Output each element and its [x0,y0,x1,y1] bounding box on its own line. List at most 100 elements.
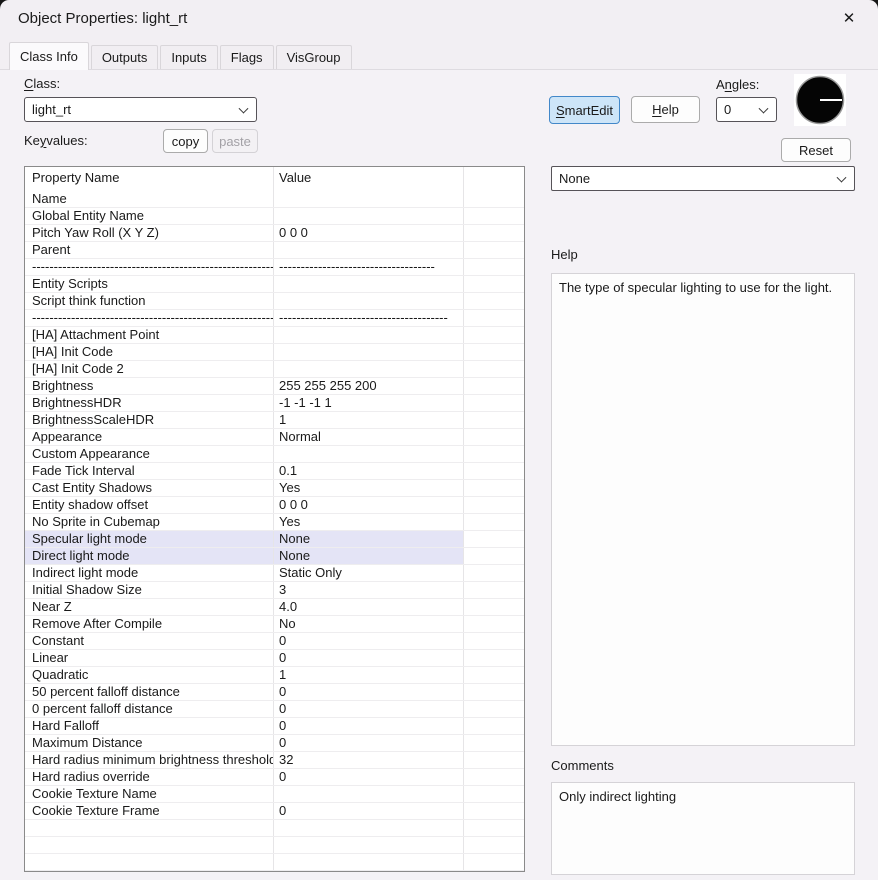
tab-flags[interactable]: Flags [220,45,274,69]
extra-cell [464,684,523,700]
tab-class-info[interactable]: Class Info [9,42,89,70]
angles-dropdown-value: 0 [724,102,731,117]
help-button[interactable]: Help [631,96,700,123]
property-name-cell: Initial Shadow Size [25,582,274,598]
property-value-cell: 3 [274,582,464,598]
property-value-cell [274,361,464,377]
tab-outputs[interactable]: Outputs [91,45,159,69]
table-row[interactable]: Direct light modeNone [25,548,524,565]
property-value-cell: ------------------------------------ [274,259,464,275]
property-name-cell: Script think function [25,293,274,309]
property-name-cell: BrightnessScaleHDR [25,412,274,428]
property-value-cell [274,344,464,360]
table-row[interactable]: Indirect light modeStatic Only [25,565,524,582]
table-row[interactable]: Global Entity Name [25,208,524,225]
extra-cell [464,293,523,309]
table-row[interactable]: Specular light modeNone [25,531,524,548]
table-row[interactable]: Hard Falloff0 [25,718,524,735]
smartedit-value-dropdown[interactable]: None [551,166,855,191]
table-row[interactable] [25,837,524,854]
property-name-cell: ----------------------------------------… [25,259,274,275]
table-row[interactable]: Brightness255 255 255 200 [25,378,524,395]
property-value-cell: 1 [274,412,464,428]
extra-cell [464,361,523,377]
table-row[interactable]: Entity shadow offset0 0 0 [25,497,524,514]
table-row[interactable]: 0 percent falloff distance0 [25,701,524,718]
property-name-cell: Parent [25,242,274,258]
table-row[interactable]: 50 percent falloff distance0 [25,684,524,701]
table-separator-row[interactable]: ----------------------------------------… [25,259,524,276]
column-header-property-name[interactable]: Property Name [25,167,274,191]
table-row[interactable]: Constant0 [25,633,524,650]
table-row[interactable]: Cast Entity ShadowsYes [25,480,524,497]
property-name-cell: Appearance [25,429,274,445]
table-row[interactable]: Cookie Texture Frame0 [25,803,524,820]
extra-cell [464,412,523,428]
property-name-cell [25,837,274,853]
table-row[interactable] [25,854,524,871]
table-row[interactable]: AppearanceNormal [25,429,524,446]
class-dropdown[interactable]: light_rt [24,97,257,122]
table-separator-row[interactable]: ----------------------------------------… [25,310,524,327]
property-value-cell: 0 [274,633,464,649]
property-name-cell: Hard radius override [25,769,274,785]
window-title: Object Properties: light_rt [18,10,187,27]
table-row[interactable]: BrightnessScaleHDR1 [25,412,524,429]
property-value-cell [274,242,464,258]
table-row[interactable]: [HA] Init Code 2 [25,361,524,378]
property-name-cell [25,820,274,836]
property-value-cell: 4.0 [274,599,464,615]
extra-cell [464,191,523,207]
reset-button[interactable]: Reset [781,138,851,162]
table-row[interactable]: [HA] Attachment Point [25,327,524,344]
close-icon[interactable]: ✕ [832,6,866,32]
table-row[interactable]: Linear0 [25,650,524,667]
table-row[interactable]: Hard radius minimum brightness threshold… [25,752,524,769]
property-name-cell: [HA] Attachment Point [25,327,274,343]
angle-dial[interactable] [794,74,846,126]
table-row[interactable]: Near Z4.0 [25,599,524,616]
table-row[interactable]: Script think function [25,293,524,310]
table-row[interactable]: Quadratic1 [25,667,524,684]
table-row[interactable]: Parent [25,242,524,259]
property-value-cell: --------------------------------------- [274,310,464,326]
paste-button[interactable]: paste [212,129,258,153]
property-name-cell: Quadratic [25,667,274,683]
table-row[interactable]: Remove After CompileNo [25,616,524,633]
table-row[interactable]: Maximum Distance0 [25,735,524,752]
property-name-cell: Entity Scripts [25,276,274,292]
table-row[interactable]: BrightnessHDR-1 -1 -1 1 [25,395,524,412]
table-row[interactable] [25,820,524,837]
chevron-down-icon [837,172,847,182]
column-header-value[interactable]: Value [274,167,464,191]
table-row[interactable]: Custom Appearance [25,446,524,463]
smartedit-button[interactable]: SmartEdit [549,96,620,124]
table-row[interactable]: Fade Tick Interval0.1 [25,463,524,480]
table-row[interactable]: Pitch Yaw Roll (X Y Z)0 0 0 [25,225,524,242]
property-value-cell: Static Only [274,565,464,581]
copy-button[interactable]: copy [163,129,208,153]
extra-cell [464,310,523,326]
angles-dropdown[interactable]: 0 [716,97,777,122]
property-value-cell: -1 -1 -1 1 [274,395,464,411]
table-row[interactable]: [HA] Init Code [25,344,524,361]
tab-inputs[interactable]: Inputs [160,45,217,69]
comments-textbox[interactable]: Only indirect lighting [551,782,855,875]
table-row[interactable]: Name [25,191,524,208]
tab-visgroup[interactable]: VisGroup [276,45,352,69]
table-row[interactable]: Hard radius override0 [25,769,524,786]
property-name-cell [25,854,274,870]
property-value-cell [274,208,464,224]
property-value-cell: 0 [274,769,464,785]
table-row[interactable]: No Sprite in CubemapYes [25,514,524,531]
property-name-cell: Remove After Compile [25,616,274,632]
property-name-cell: ----------------------------------------… [25,310,274,326]
table-row[interactable]: Entity Scripts [25,276,524,293]
table-row[interactable]: Initial Shadow Size3 [25,582,524,599]
chevron-down-icon [759,103,769,113]
property-value-cell: 0 0 0 [274,225,464,241]
table-row[interactable]: Cookie Texture Name [25,786,524,803]
extra-cell [464,378,523,394]
property-name-cell: 0 percent falloff distance [25,701,274,717]
property-value-cell: Normal [274,429,464,445]
